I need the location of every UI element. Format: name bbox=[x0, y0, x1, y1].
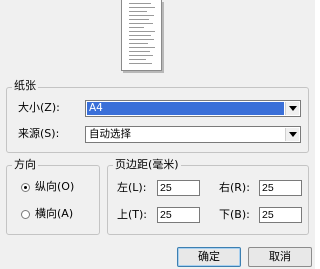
landscape-label[interactable]: 横向(A) bbox=[35, 207, 73, 221]
paper-group bbox=[6, 87, 309, 153]
paper-source-label: 来源(S): bbox=[18, 127, 60, 140]
chevron-down-icon[interactable] bbox=[285, 128, 299, 141]
page-preview bbox=[121, 0, 162, 71]
paper-source-select[interactable]: 自动选择 bbox=[85, 126, 301, 143]
orientation-group-title: 方向 bbox=[12, 158, 38, 171]
paper-size-label: 大小(Z): bbox=[18, 101, 60, 114]
landscape-radio[interactable] bbox=[21, 210, 30, 219]
paper-size-value: A4 bbox=[87, 102, 284, 115]
ok-button[interactable]: 确定 bbox=[177, 247, 241, 267]
margin-left-field[interactable] bbox=[157, 180, 200, 196]
portrait-label[interactable]: 纵向(O) bbox=[35, 180, 74, 194]
paper-size-select[interactable]: A4 bbox=[85, 100, 301, 117]
margin-top-label: 上(T): bbox=[117, 208, 148, 221]
margin-right-field[interactable] bbox=[259, 180, 302, 196]
margins-group-title: 页边距(毫米) bbox=[113, 158, 181, 171]
margin-right-label: 右(R): bbox=[219, 181, 250, 194]
margin-top-field[interactable] bbox=[157, 207, 200, 223]
paper-group-title: 纸张 bbox=[12, 79, 38, 92]
margin-bottom-field[interactable] bbox=[259, 207, 302, 223]
page-setup-dialog: 纸张 大小(Z): A4 来源(S): 自动选择 方向 纵向(O) 横向(A) … bbox=[0, 0, 315, 269]
margin-left-label: 左(L): bbox=[117, 181, 147, 194]
orientation-group bbox=[6, 165, 100, 235]
portrait-radio[interactable] bbox=[21, 183, 30, 192]
chevron-down-icon[interactable] bbox=[285, 102, 299, 115]
margins-group bbox=[107, 165, 309, 235]
margin-bottom-label: 下(B): bbox=[219, 208, 250, 221]
paper-source-value: 自动选择 bbox=[89, 128, 131, 140]
cancel-button[interactable]: 取消 bbox=[248, 247, 312, 267]
